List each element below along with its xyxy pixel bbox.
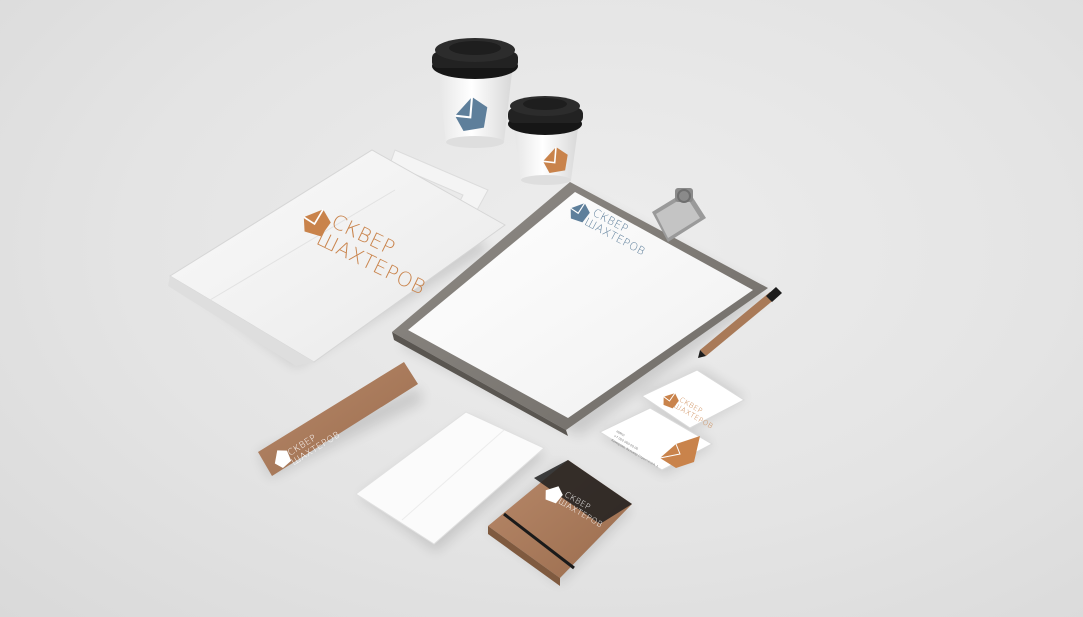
coffee-cup-large [432, 38, 518, 148]
mockup-illustration: СКВЕР ШАХТЕРОВ СКВЕР ШАХТЕРОВ СКВЕР ШАХТ… [168, 38, 782, 586]
coffee-cup-small [508, 96, 583, 185]
kraft-sleeve: СКВЕР ШАХТЕРОВ [258, 362, 418, 476]
stationery-mockup-scene: СКВЕР ШАХТЕРОВ СКВЕР ШАХТЕРОВ СКВЕР ШАХТ… [0, 0, 1083, 617]
